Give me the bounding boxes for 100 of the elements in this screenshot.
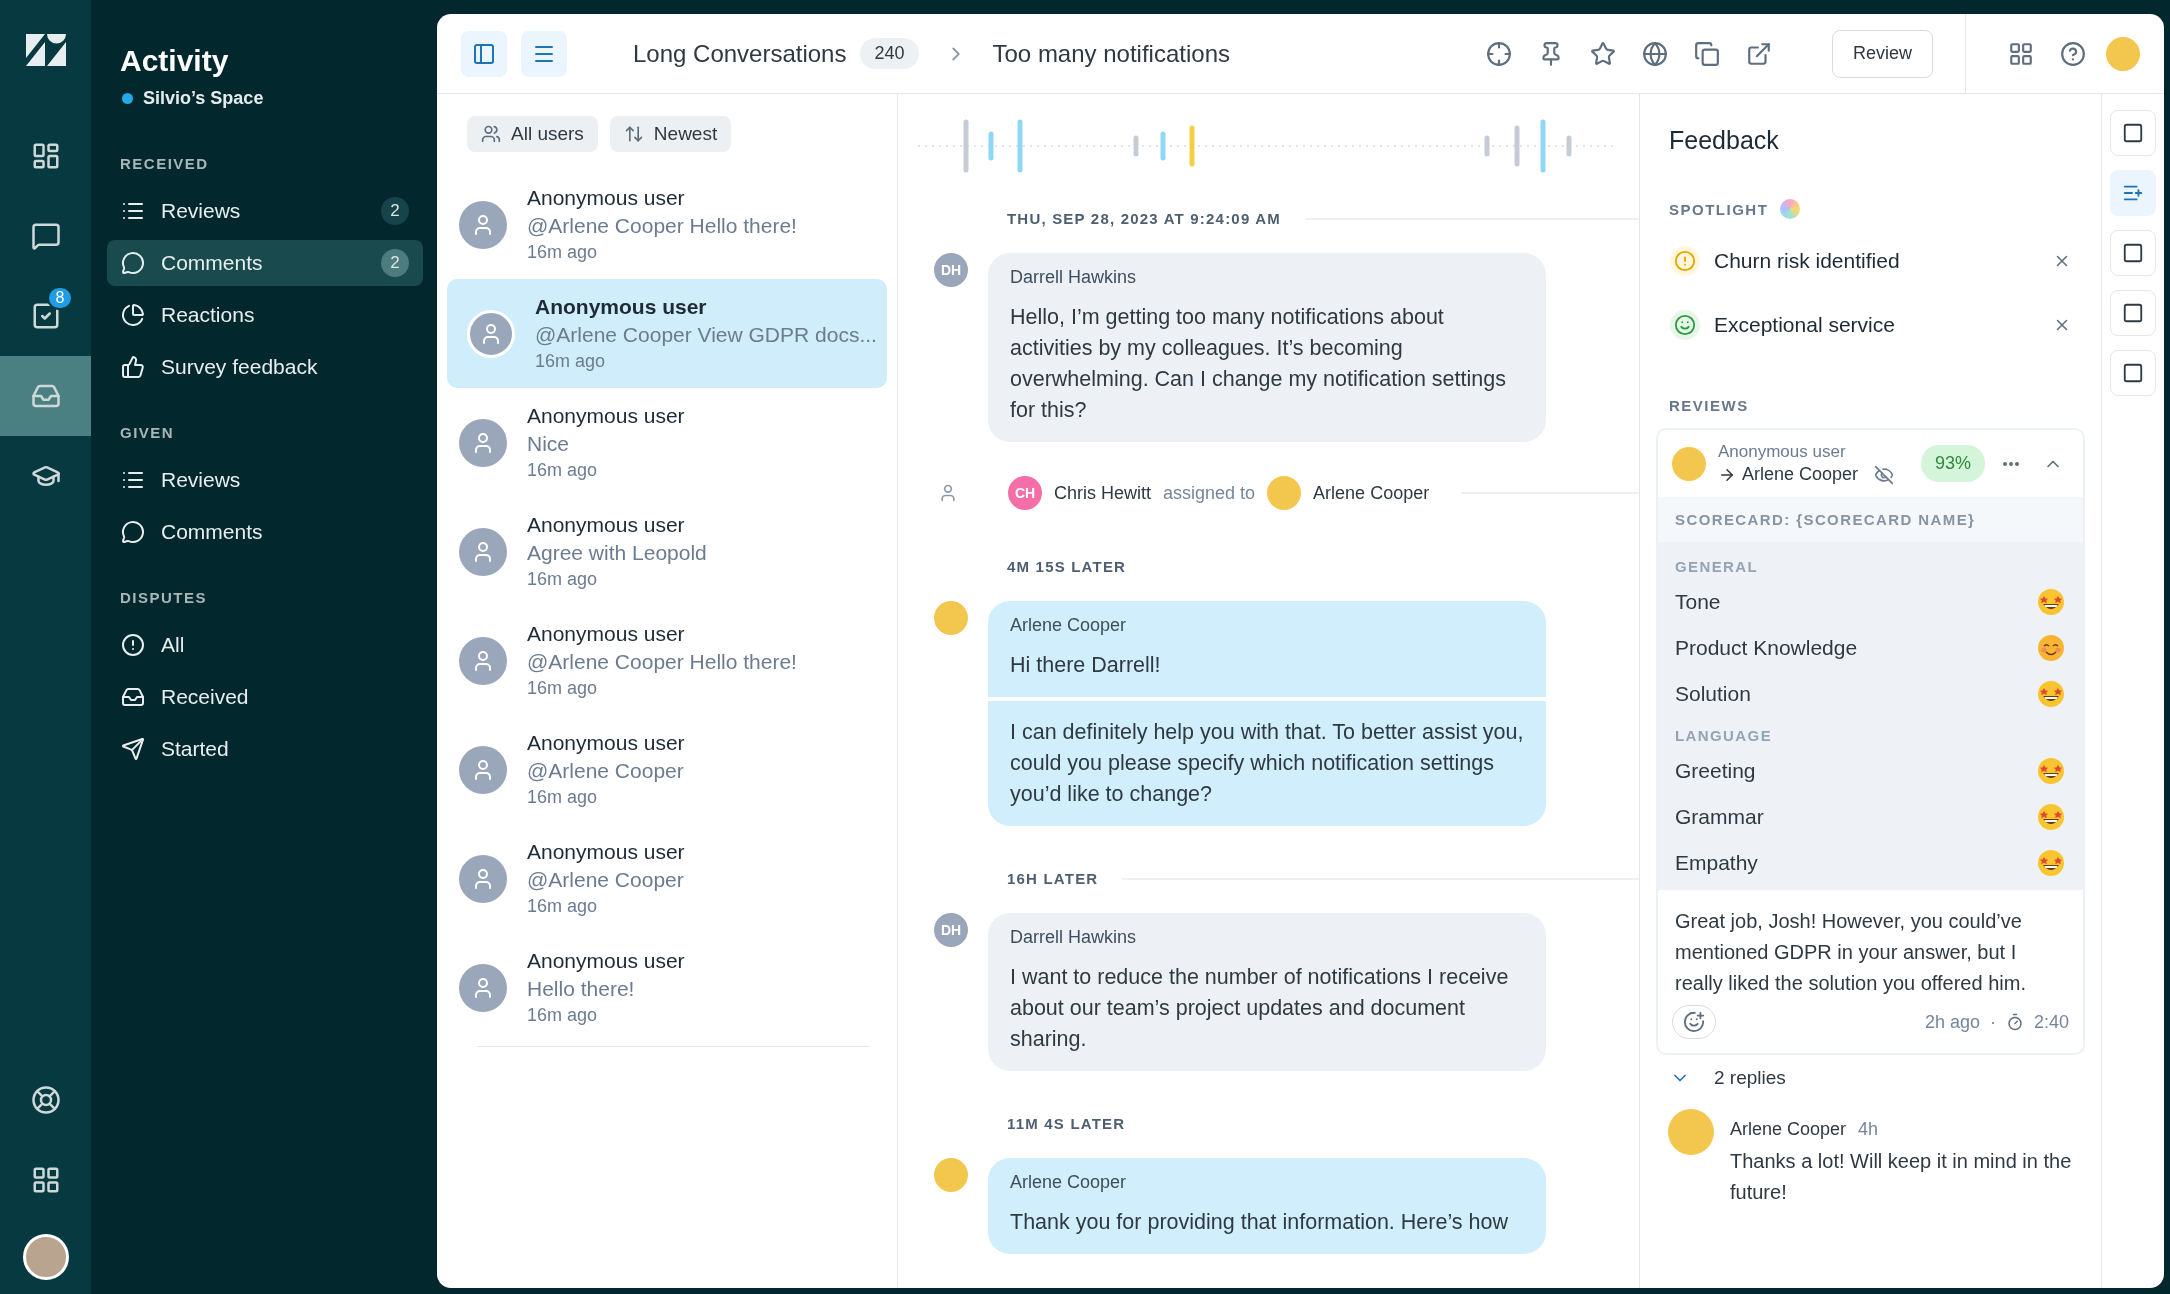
conversation-item[interactable]: Anonymous user @Arlene Cooper Hello there! 16m ago	[447, 170, 887, 279]
help-button[interactable]	[2060, 40, 2086, 67]
user-name: Anonymous user	[527, 186, 686, 210]
nav-label: Reviews	[161, 199, 242, 223]
timestamp: 16m ago	[527, 1005, 599, 1026]
sidebar-toggle-button[interactable]	[461, 30, 507, 77]
square-icon	[2122, 242, 2144, 264]
user-name: Anonymous user	[527, 622, 686, 646]
message-preview: @Arlene Cooper Hello there!	[527, 650, 797, 674]
conversation-item[interactable]: Anonymous user @Arlene Cooper View GDPR docs... 16m ago	[447, 279, 887, 388]
time-divider-label: 16H LATER	[1007, 870, 1099, 887]
globe-icon	[1641, 40, 1668, 67]
nav-label: Reviews	[161, 468, 242, 492]
message-preview: @Arlene Cooper Hello there!	[527, 214, 797, 238]
star-button[interactable]	[1589, 40, 1616, 67]
menu-button[interactable]	[521, 30, 567, 77]
alert-icon	[121, 633, 145, 657]
section-heading: RECEIVED	[119, 155, 210, 172]
nav-item[interactable]: Comments	[107, 509, 423, 555]
author-name: Arlene Cooper	[1010, 1172, 1128, 1193]
globe-button[interactable]	[1641, 40, 1668, 67]
nav-title: Activity	[119, 44, 230, 78]
speech-bubble-icon	[121, 251, 145, 275]
avatar	[1267, 476, 1302, 510]
message-text: I want to reduce the number of notifications I receive about our team’s project updates and document sharing.	[1010, 964, 1510, 1053]
initials-avatar: DH	[934, 253, 968, 287]
copy-button[interactable]	[1693, 40, 1720, 67]
send-icon	[121, 737, 145, 761]
nav-item[interactable]: Reviews 2	[107, 188, 423, 234]
side-panel-button[interactable]	[2110, 230, 2156, 276]
reviewee-name: Arlene Cooper	[1742, 464, 1859, 485]
section-heading: DISPUTES	[119, 589, 208, 606]
avatar	[934, 1158, 968, 1192]
star-icon	[1589, 40, 1616, 67]
filter-button[interactable]: Newest	[609, 116, 732, 152]
conversation-item[interactable]: Anonymous user @Arlene Cooper 16m ago	[447, 824, 887, 933]
conversation-item[interactable]: Anonymous user Hello there! 16m ago	[447, 933, 887, 1042]
square-icon	[2122, 122, 2144, 144]
users-icon	[481, 124, 501, 144]
nav-item[interactable]: Reviews	[107, 457, 423, 503]
conversation-item[interactable]: Anonymous user @Arlene Cooper 16m ago	[447, 715, 887, 824]
filter-button[interactable]: All users	[467, 116, 598, 152]
space-name: Silvio’s Space	[143, 88, 264, 109]
review-comment: Great job, Josh! However, you could’ve mentioned GDPR in your answer, but I really liked the solution you offered him.	[1674, 909, 2027, 996]
count-badge: 240	[860, 38, 919, 69]
crosshair-button[interactable]	[1485, 40, 1512, 67]
replies-toggle[interactable]: 2 replies	[1656, 1055, 2085, 1101]
criterion-label: Solution	[1675, 682, 1751, 706]
scorecard-title: SCORECARD: {SCORECARD NAME}	[1658, 497, 2083, 542]
conversation-item[interactable]: Anonymous user Nice 16m ago	[447, 388, 887, 497]
time-divider-label: 11M 4S LATER	[1007, 1115, 1126, 1132]
count-badge: 2	[381, 197, 409, 225]
logo-icon	[25, 34, 66, 66]
conversation-item[interactable]: Anonymous user @Arlene Cooper Hello there! 16m ago	[447, 606, 887, 715]
side-panel-button[interactable]	[2110, 350, 2156, 396]
author-name: Arlene Cooper	[1730, 1119, 1847, 1140]
message-preview: @Arlene Cooper View GDPR docs...	[535, 323, 877, 347]
nav-item[interactable]: All	[107, 622, 423, 668]
nav-item[interactable]: Started	[107, 726, 423, 772]
message-text: Hello, I’m getting too many notifications about activities by my colleagues. It’s becoming overwhelming. Can I change my notification settings for this?	[1010, 304, 1507, 424]
grid-icon	[2008, 40, 2034, 67]
apps-button[interactable]	[2008, 40, 2034, 67]
more-button[interactable]	[2003, 461, 2019, 466]
external-link-button[interactable]	[1745, 40, 1772, 67]
nav-item[interactable]: Received	[107, 674, 423, 720]
status-dot	[122, 93, 133, 104]
timestamp: 16m ago	[527, 569, 599, 590]
add-reaction-button[interactable]	[1672, 1005, 1716, 1039]
user-avatar[interactable]	[22, 1234, 69, 1280]
breadcrumb-link[interactable]: Long Conversations	[633, 39, 847, 68]
external-link-icon	[1745, 40, 1772, 67]
side-panel-button[interactable]	[2110, 290, 2156, 336]
assignee-name: Arlene Cooper	[1313, 482, 1430, 504]
author-name: Darrell Hawkins	[1010, 927, 1138, 948]
conversation-item[interactable]: Anonymous user Agree with Leopold 16m ago	[447, 497, 887, 606]
square-icon	[2122, 362, 2144, 384]
nav-item[interactable]: Survey feedback	[107, 344, 423, 390]
criterion-label: Greeting	[1675, 759, 1756, 783]
criterion-label: Grammar	[1675, 805, 1764, 829]
review-button[interactable]: Review	[1831, 29, 1933, 78]
criterion-label: Empathy	[1675, 851, 1758, 875]
message-preview: Agree with Leopold	[527, 541, 707, 565]
nav-label: Comments	[161, 520, 264, 544]
count-badge: 8	[47, 286, 73, 310]
nav-label: Received	[161, 685, 250, 709]
nav-item[interactable]: Reactions	[107, 292, 423, 338]
count-badge: 2	[381, 249, 409, 277]
criterion-label: Tone	[1675, 590, 1721, 614]
spotlight-label: Exceptional service	[1714, 313, 1896, 337]
side-panel-button[interactable]	[2110, 110, 2156, 156]
speech-bubble-icon	[121, 520, 145, 544]
side-panel-button[interactable]	[2110, 170, 2156, 216]
criterion-label: Product Knowledge	[1675, 636, 1858, 660]
avatar	[1668, 1109, 1714, 1155]
reviewer-name: Anonymous user	[1718, 442, 1847, 462]
nav-item[interactable]: Comments 2	[107, 240, 423, 286]
inbox-icon	[121, 685, 145, 709]
group-heading: GENERAL	[1674, 557, 1760, 577]
author-name: Darrell Hawkins	[1010, 267, 1138, 288]
initials-avatar: DH	[934, 913, 968, 947]
